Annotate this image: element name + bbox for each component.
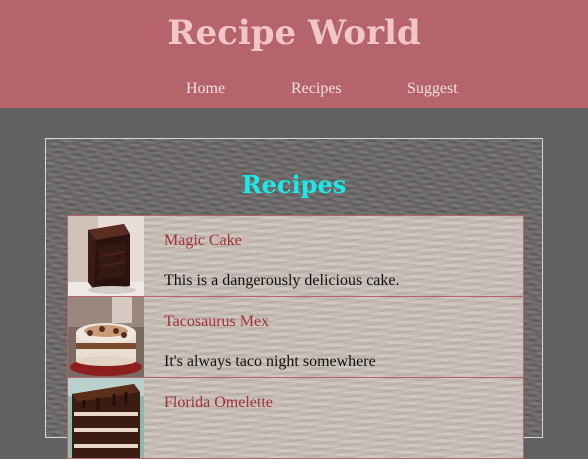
main-nav: Home Recipes Suggest (0, 76, 588, 102)
cream-cake-icon (68, 297, 144, 377)
recipes-panel: Recipes Magic Cake This is a dangerously… (45, 138, 543, 459)
recipes-heading: Recipes (241, 170, 347, 199)
chocolate-cake-slice-icon (68, 216, 144, 296)
recipe-description: It's always taco night somewhere (164, 353, 376, 370)
recipe-item-magic-cake[interactable]: Magic Cake This is a dangerously delicio… (67, 215, 524, 297)
chocolate-cake-slice-image[interactable] (68, 216, 144, 296)
recipe-item-tacosaurus-mex[interactable]: Tacosaurus Mex It's always taco night so… (67, 296, 524, 378)
recipe-item-florida-omelette[interactable]: Florida Omelette (67, 377, 524, 459)
layered-cake-image[interactable] (68, 378, 144, 458)
recipe-description: This is a dangerously delicious cake. (164, 272, 400, 289)
recipe-list: Magic Cake This is a dangerously delicio… (67, 215, 524, 459)
nav-recipes-link[interactable]: Recipes (291, 76, 342, 102)
site-title: Recipe World (167, 13, 421, 53)
nav-suggest-link[interactable]: Suggest (407, 76, 458, 102)
site-header: Recipe World Home Recipes Suggest (0, 0, 588, 108)
layered-cake-icon (68, 378, 144, 458)
recipe-name-link[interactable]: Florida Omelette (164, 392, 273, 414)
cream-cake-image[interactable] (68, 297, 144, 377)
recipe-name-link[interactable]: Magic Cake (164, 230, 242, 252)
nav-home-link[interactable]: Home (186, 76, 225, 102)
recipe-name-link[interactable]: Tacosaurus Mex (164, 311, 269, 333)
